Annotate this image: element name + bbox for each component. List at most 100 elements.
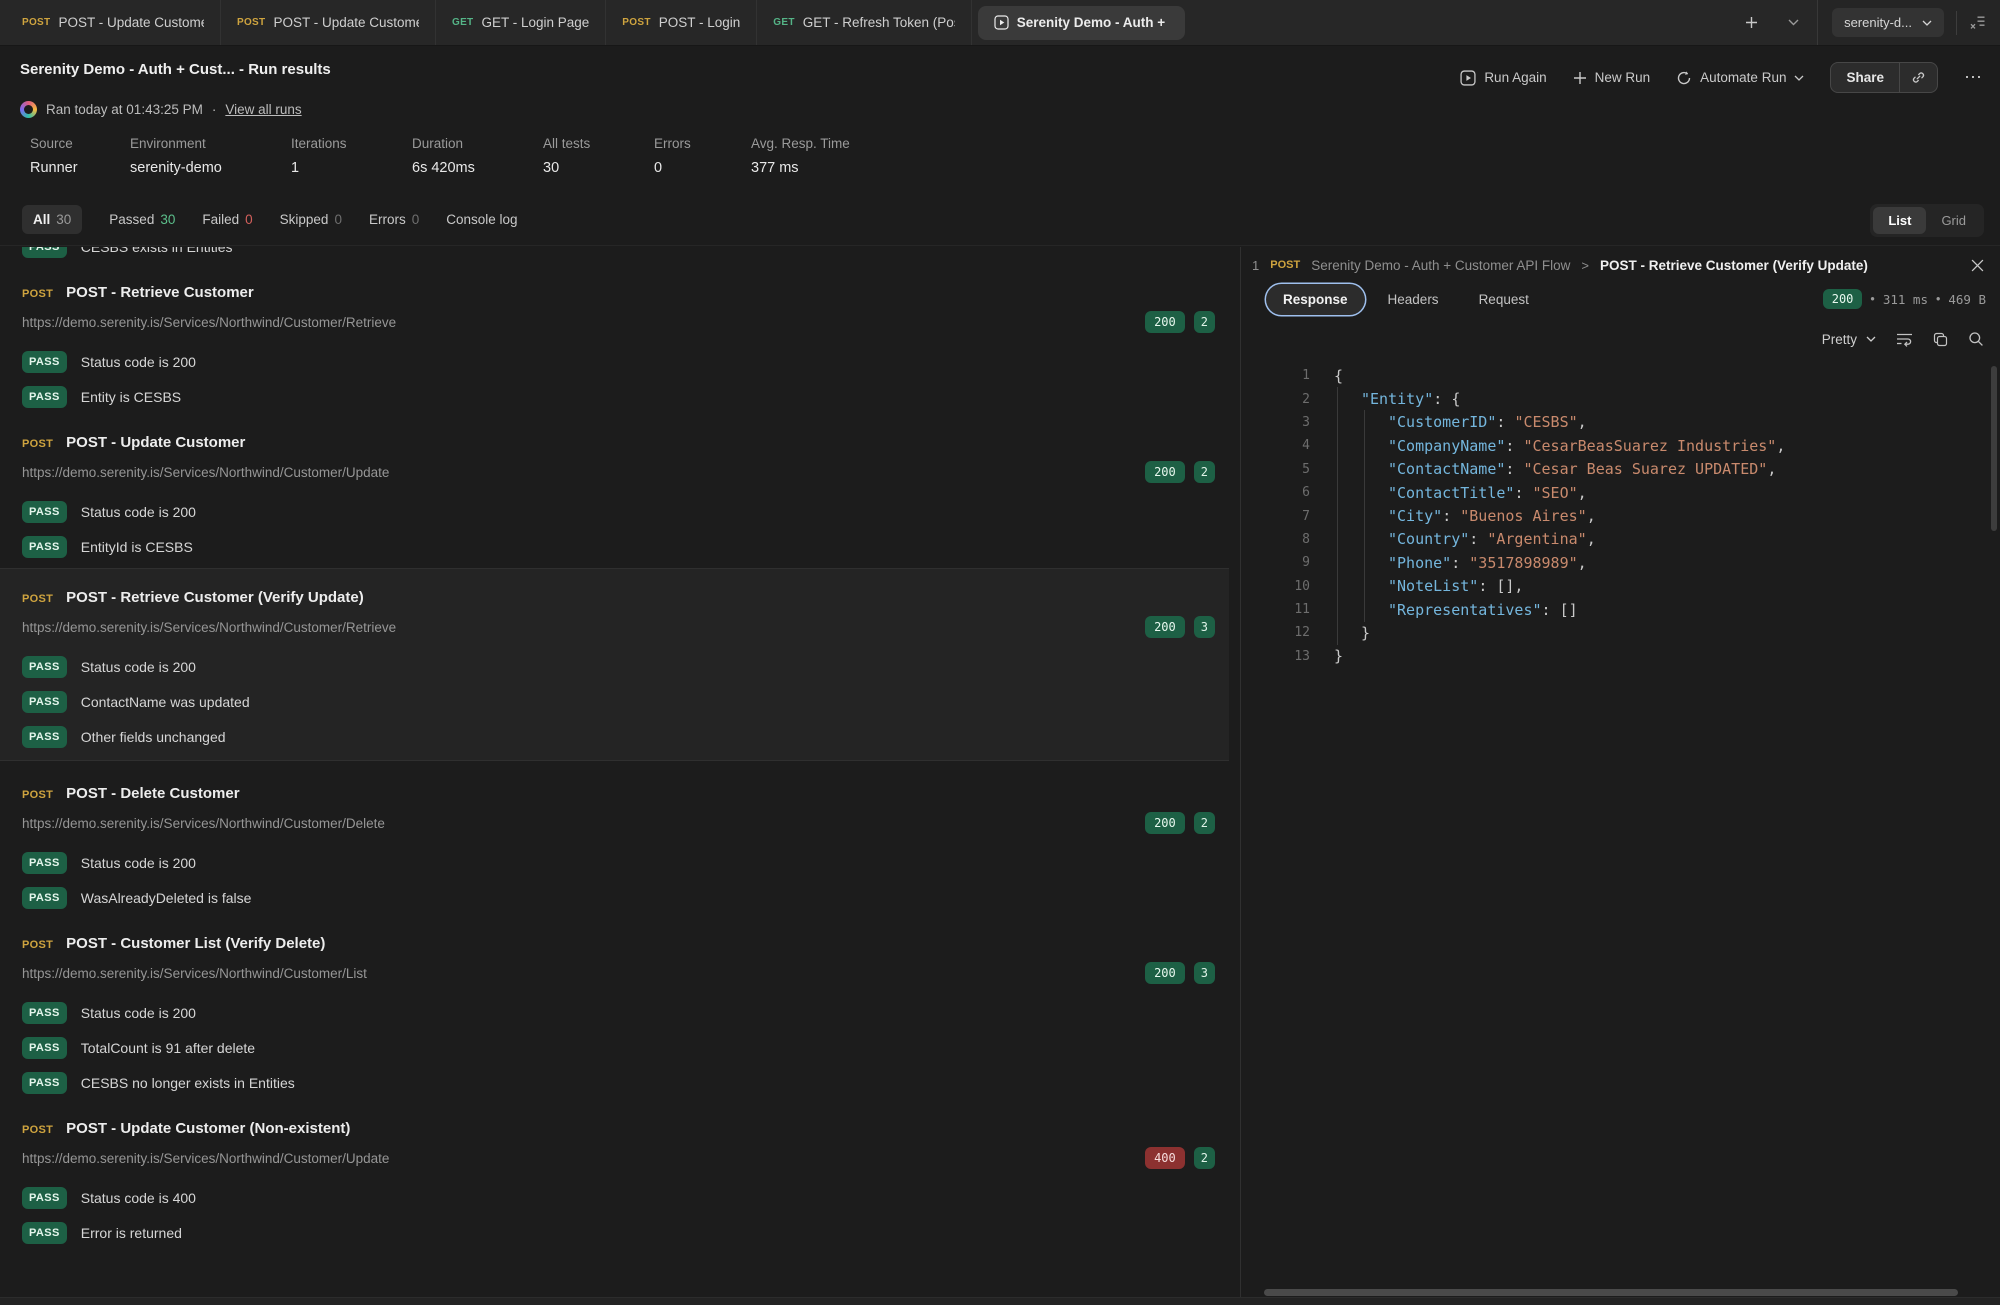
section-header: POST POST - Retrieve Customer (Verify Up… <box>22 589 1215 609</box>
request-tab[interactable]: GET GET - Login Page <box>436 0 606 45</box>
response-panel-tab[interactable]: Headers <box>1371 284 1456 315</box>
code-token: "Buenos Aires" <box>1460 507 1586 525</box>
test-text: Status code is 200 <box>81 504 196 520</box>
code-content: "Phone": "3517898989", <box>1334 554 1587 572</box>
indent-guide <box>1337 504 1338 528</box>
wrap-text-icon[interactable] <box>1896 332 1913 347</box>
indent-guide <box>1364 410 1365 434</box>
search-icon[interactable] <box>1968 331 1984 347</box>
tab-bar: POST POST - Update Custome POST POST - U… <box>0 0 2000 46</box>
breadcrumb-collection[interactable]: Serenity Demo - Auth + Customer API Flow <box>1311 258 1570 273</box>
indent-guide <box>1364 574 1365 598</box>
environment-selector[interactable]: serenity-d... <box>1832 8 1944 37</box>
breadcrumb-separator: > <box>1581 258 1589 273</box>
tab-title: Serenity Demo - Auth + Cu <box>1017 15 1169 30</box>
test-result-section[interactable]: POST POST - Customer List (Verify Delete… <box>22 935 1215 1096</box>
request-url: https://demo.serenity.is/Services/Northw… <box>22 966 1145 981</box>
list-view-button[interactable]: List <box>1873 207 1926 234</box>
code-content: "ContactTitle": "SEO", <box>1334 484 1587 502</box>
filter-tab[interactable]: Errors 0 <box>369 212 419 227</box>
code-line: 8 "Country": "Argentina", <box>1244 528 2000 551</box>
code-content: } <box>1334 624 1370 642</box>
horizontal-scrollbar[interactable] <box>1264 1289 1958 1296</box>
more-actions-button[interactable]: ⋯ <box>1964 67 1984 88</box>
environment-quick-look-icon[interactable] <box>1969 15 1986 30</box>
test-result-section[interactable]: POST POST - Update Customer https://demo… <box>22 434 1215 560</box>
pass-badge: PASS <box>22 656 67 678</box>
status-badge: 200 <box>1145 461 1185 483</box>
section-header: POST POST - Update Customer (Non-existen… <box>22 1120 1215 1140</box>
line-number: 7 <box>1244 509 1310 524</box>
view-all-runs-link[interactable]: View all runs <box>225 102 301 117</box>
code-token: [] <box>1560 601 1578 619</box>
stat-value: 1 <box>291 160 412 176</box>
code-content: "ContactName": "Cesar Beas Suarez UPDATE… <box>1334 460 1776 478</box>
request-tab[interactable]: Serenity Demo - Auth + Cu <box>978 6 1185 40</box>
test-result-section[interactable]: POST POST - Retrieve Customer (Verify Up… <box>0 568 1229 761</box>
response-tabs: ResponseHeadersRequest <box>1266 284 1546 315</box>
share-button[interactable]: Share <box>1831 63 1900 92</box>
filter-label: Passed <box>109 212 154 227</box>
section-method-label: POST <box>22 438 53 450</box>
request-url: https://demo.serenity.is/Services/Northw… <box>22 465 1145 480</box>
pass-badge: PASS <box>22 1187 67 1209</box>
section-tests: PASS Status code is 200 PASS EntityId is… <box>22 498 1215 560</box>
pass-badge: PASS <box>22 536 67 558</box>
code-token: : <box>1514 484 1532 502</box>
automate-run-button[interactable]: Automate Run <box>1676 70 1804 86</box>
console-log-link[interactable]: Console log <box>446 212 517 227</box>
code-token: : <box>1505 460 1523 478</box>
vertical-scrollbar[interactable] <box>1991 366 1997 531</box>
response-panel-tab[interactable]: Response <box>1266 284 1365 315</box>
run-play-icon <box>994 15 1009 30</box>
status-badge: 200 <box>1145 311 1185 333</box>
line-number: 6 <box>1244 485 1310 500</box>
stat-item: Avg. Resp. Time 377 ms <box>751 136 850 176</box>
response-panel-tab[interactable]: Request <box>1462 284 1546 315</box>
test-text: Status code is 200 <box>81 659 196 675</box>
test-result-section[interactable]: POST POST - Delete Customer https://demo… <box>22 785 1215 911</box>
stat-label: Duration <box>412 136 543 151</box>
copy-link-icon[interactable] <box>1900 63 1937 92</box>
filter-tab[interactable]: All 30 <box>22 205 82 234</box>
filter-count: 0 <box>412 212 420 227</box>
test-assertion-row: PASS CESBS exists in Entities <box>22 247 1215 260</box>
filter-bar: All 30 Passed 30 Failed 0 Skipped 0 Erro… <box>0 198 2000 246</box>
run-again-button[interactable]: Run Again <box>1460 70 1546 86</box>
tab-overflow-chevron-icon[interactable] <box>1770 19 1817 26</box>
section-title: POST - Delete Customer <box>66 785 239 802</box>
filter-tab[interactable]: Failed 0 <box>202 212 252 227</box>
request-tab[interactable]: GET GET - Refresh Token (Pos <box>757 0 971 45</box>
code-content: "Representatives": [] <box>1334 601 1578 619</box>
test-assertion-row: PASS ContactName was updated <box>22 688 1215 715</box>
format-selector[interactable]: Pretty <box>1822 332 1876 347</box>
pass-badge: PASS <box>22 852 67 874</box>
section-tests: PASS Status code is 400 PASS Error is re… <box>22 1184 1215 1246</box>
request-tab[interactable]: POST POST - Update Custome <box>221 0 436 45</box>
request-tab[interactable]: POST POST - Login <box>606 0 757 45</box>
code-token: "Cesar Beas Suarez UPDATED" <box>1523 460 1767 478</box>
filter-tab[interactable]: Passed 30 <box>109 212 175 227</box>
filter-tab[interactable]: Skipped 0 <box>280 212 342 227</box>
test-result-section[interactable]: POST POST - Retrieve Customer https://de… <box>22 284 1215 410</box>
filter-count: 0 <box>245 212 253 227</box>
section-header: POST POST - Update Customer <box>22 434 1215 454</box>
new-tab-button[interactable] <box>1733 16 1770 29</box>
filter-label: Errors <box>369 212 406 227</box>
grid-view-button[interactable]: Grid <box>1926 207 1981 234</box>
new-run-button[interactable]: New Run <box>1573 70 1651 85</box>
request-tab[interactable]: POST POST - Update Custome <box>6 0 221 45</box>
copy-icon[interactable] <box>1933 332 1948 347</box>
tab-strip: POST POST - Update Custome POST POST - U… <box>0 0 1733 45</box>
breadcrumb-request-name: POST - Retrieve Customer (Verify Update) <box>1600 258 1868 273</box>
response-body-viewer[interactable]: 1 { 2 "Entity": { 3 "CustomerID": "CESBS… <box>1244 364 2000 1287</box>
indent-guide <box>1337 574 1338 598</box>
indent-guide <box>1364 551 1365 575</box>
stat-value: Runner <box>30 160 130 176</box>
code-line: 6 "ContactTitle": "SEO", <box>1244 481 2000 504</box>
indent-guide <box>1337 434 1338 458</box>
test-result-section[interactable]: POST POST - Update Customer (Non-existen… <box>22 1120 1215 1246</box>
close-icon[interactable] <box>1967 255 1988 276</box>
code-token: } <box>1334 647 1343 665</box>
indent-guide <box>1337 551 1338 575</box>
